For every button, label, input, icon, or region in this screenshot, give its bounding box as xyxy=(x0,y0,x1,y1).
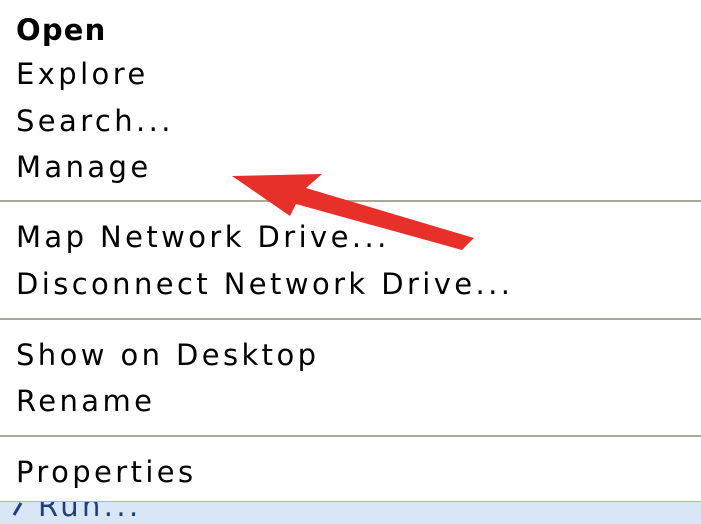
menu-item-label: Explore xyxy=(16,57,149,91)
menu-separator xyxy=(0,435,701,438)
screenshot: Open Explore Search... Manage Map Networ… xyxy=(0,0,701,524)
menu-item-disconnect-network-drive[interactable]: Disconnect Network Drive... xyxy=(0,261,701,308)
run-icon xyxy=(12,502,23,516)
menu-item-label: Properties xyxy=(16,455,197,489)
menu-item-open[interactable]: Open xyxy=(0,7,701,54)
menu-item-map-network-drive[interactable]: Map Network Drive... xyxy=(0,214,701,261)
menu-separator xyxy=(0,318,701,321)
run-label: Run... xyxy=(38,501,142,523)
menu-item-label: Manage xyxy=(16,150,152,184)
start-menu-run-item[interactable]: Run... xyxy=(0,501,701,524)
menu-separator xyxy=(0,200,701,203)
menu-item-show-on-desktop[interactable]: Show on Desktop xyxy=(0,332,701,379)
menu-item-label: Open xyxy=(16,13,107,47)
menu-item-rename[interactable]: Rename xyxy=(0,378,701,425)
menu-item-label: Show on Desktop xyxy=(16,338,320,372)
menu-item-label: Search... xyxy=(16,104,174,138)
menu-item-manage[interactable]: Manage xyxy=(0,144,701,191)
menu-item-search[interactable]: Search... xyxy=(0,98,701,145)
menu-item-explore[interactable]: Explore xyxy=(0,51,701,98)
menu-item-label: Map Network Drive... xyxy=(16,220,390,254)
menu-item-properties[interactable]: Properties xyxy=(0,449,701,496)
menu-item-label: Rename xyxy=(16,384,156,418)
menu-item-label: Disconnect Network Drive... xyxy=(16,267,514,301)
